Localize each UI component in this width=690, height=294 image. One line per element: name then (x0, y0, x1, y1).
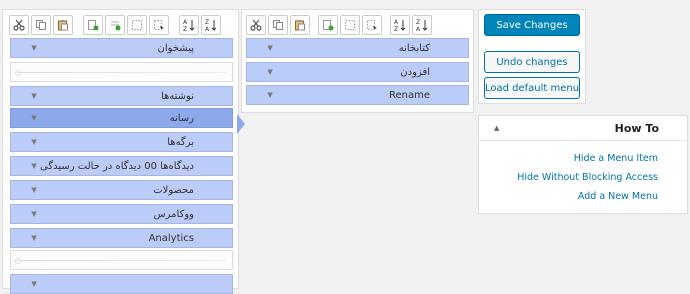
menu-separator[interactable] (10, 62, 233, 82)
how-to-header[interactable]: ▲ How To (479, 116, 687, 141)
collapse-toggle-icon[interactable]: ▲ (494, 124, 499, 132)
load-default-menu-button[interactable]: Load default menu (484, 77, 580, 99)
cut-icon[interactable] (9, 15, 29, 35)
svg-text:Z: Z (205, 19, 209, 26)
copy-icon[interactable] (268, 15, 288, 35)
chevron-down-icon[interactable]: ▼ (29, 181, 39, 199)
new-separator-icon[interactable] (105, 15, 125, 35)
menu-item[interactable]: پیشخوان ▼ (10, 38, 233, 58)
svg-text:Z: Z (183, 26, 187, 32)
menu-toolbar: AZ ZA (9, 15, 234, 37)
submenu-item[interactable]: کتابخانه ▼ (246, 38, 469, 58)
menu-item-selected[interactable]: رسانه ▼ (10, 108, 233, 128)
paste-icon[interactable] (53, 15, 73, 35)
submenu-item-label: Rename (388, 89, 430, 101)
chevron-down-icon[interactable]: ▼ (265, 39, 275, 57)
chevron-down-icon[interactable]: ▼ (29, 87, 39, 105)
menu-separator[interactable] (10, 250, 233, 270)
menu-item[interactable]: Analytics ▼ (10, 228, 233, 248)
add-new-menu-link[interactable]: Add a New Menu (578, 191, 658, 202)
menu-item[interactable]: ووکامرس ▼ (10, 204, 233, 224)
hide-icon[interactable] (340, 15, 360, 35)
undo-changes-button[interactable]: Undo changes (484, 51, 580, 73)
hide-menu-item-link[interactable]: Hide a Menu Item (574, 153, 658, 164)
chevron-down-icon[interactable]: ▼ (29, 205, 39, 223)
menu-item-label: برگه‌ها (167, 136, 194, 148)
save-changes-button[interactable]: Save Changes (484, 14, 580, 36)
submenu-item[interactable]: افزودن ▼ (246, 62, 469, 82)
new-menu-icon[interactable] (83, 15, 103, 35)
menu-item[interactable]: محصولات ▼ (10, 180, 233, 200)
hide-icon[interactable] (127, 15, 147, 35)
svg-text:A: A (183, 19, 188, 26)
menu-item-label: دیدگاه‌ها 00 دیدگاه در حالت رسیدگی (40, 160, 194, 172)
submenu-toolbar: AZ ZA (246, 15, 471, 37)
hide-without-blocking-link[interactable]: Hide Without Blocking Access (517, 172, 658, 183)
copy-icon[interactable] (31, 15, 51, 35)
svg-text:A: A (205, 26, 210, 32)
chevron-down-icon[interactable]: ▼ (29, 133, 39, 151)
how-to-title: How To (614, 122, 659, 135)
chevron-down-icon[interactable]: ▼ (29, 157, 39, 175)
chevron-down-icon[interactable]: ▼ (29, 275, 39, 293)
submenu-item-label: کتابخانه (398, 42, 430, 54)
show-icon[interactable] (149, 15, 169, 35)
how-to-box: ▲ How To Hide a Menu Item Hide Without B… (478, 115, 688, 214)
chevron-down-icon[interactable]: ▼ (29, 229, 39, 247)
svg-text:Z: Z (416, 19, 420, 26)
svg-text:Z: Z (394, 26, 398, 32)
sort-descending-icon[interactable]: ZA (201, 15, 221, 35)
menu-item-label: پیشخوان (157, 42, 194, 54)
actions-panel: Save Changes Undo changes Load default m… (478, 9, 586, 104)
selected-item-pointer (237, 114, 245, 134)
submenu-item-label: افزودن (400, 66, 430, 78)
menu-item-label: محصولات (153, 184, 194, 196)
menu-item-label: رسانه (169, 112, 194, 124)
sort-ascending-icon[interactable]: AZ (390, 15, 410, 35)
svg-text:A: A (416, 26, 421, 32)
menu-item[interactable]: نوشته‌ها ▼ (10, 86, 233, 106)
admin-menu-panel: AZ ZA پیشخوان ▼ نوشته‌ها ▼ رسانه ▼ برگه‌… (2, 9, 239, 294)
new-menu-icon[interactable] (318, 15, 338, 35)
sort-descending-icon[interactable]: ZA (412, 15, 432, 35)
menu-item[interactable]: دیدگاه‌ها 00 دیدگاه در حالت رسیدگی ▼ (10, 156, 233, 176)
chevron-down-icon[interactable]: ▼ (29, 109, 39, 127)
paste-icon[interactable] (290, 15, 310, 35)
chevron-down-icon[interactable]: ▼ (265, 86, 275, 104)
sort-ascending-icon[interactable]: AZ (179, 15, 199, 35)
submenu-item[interactable]: Rename ▼ (246, 85, 469, 105)
chevron-down-icon[interactable]: ▼ (29, 39, 39, 57)
show-icon[interactable] (362, 15, 382, 35)
chevron-down-icon[interactable]: ▼ (265, 63, 275, 81)
submenu-panel: AZ ZA کتابخانه ▼ افزودن ▼ Rename ▼ (241, 9, 474, 113)
menu-item-label: Analytics (148, 232, 194, 244)
svg-text:A: A (394, 19, 399, 26)
menu-item[interactable]: برگه‌ها ▼ (10, 132, 233, 152)
menu-item-label: نوشته‌ها (160, 90, 194, 102)
cut-icon[interactable] (246, 15, 266, 35)
menu-item-label: ووکامرس (153, 208, 194, 220)
menu-item[interactable]: ▼ (10, 274, 233, 294)
